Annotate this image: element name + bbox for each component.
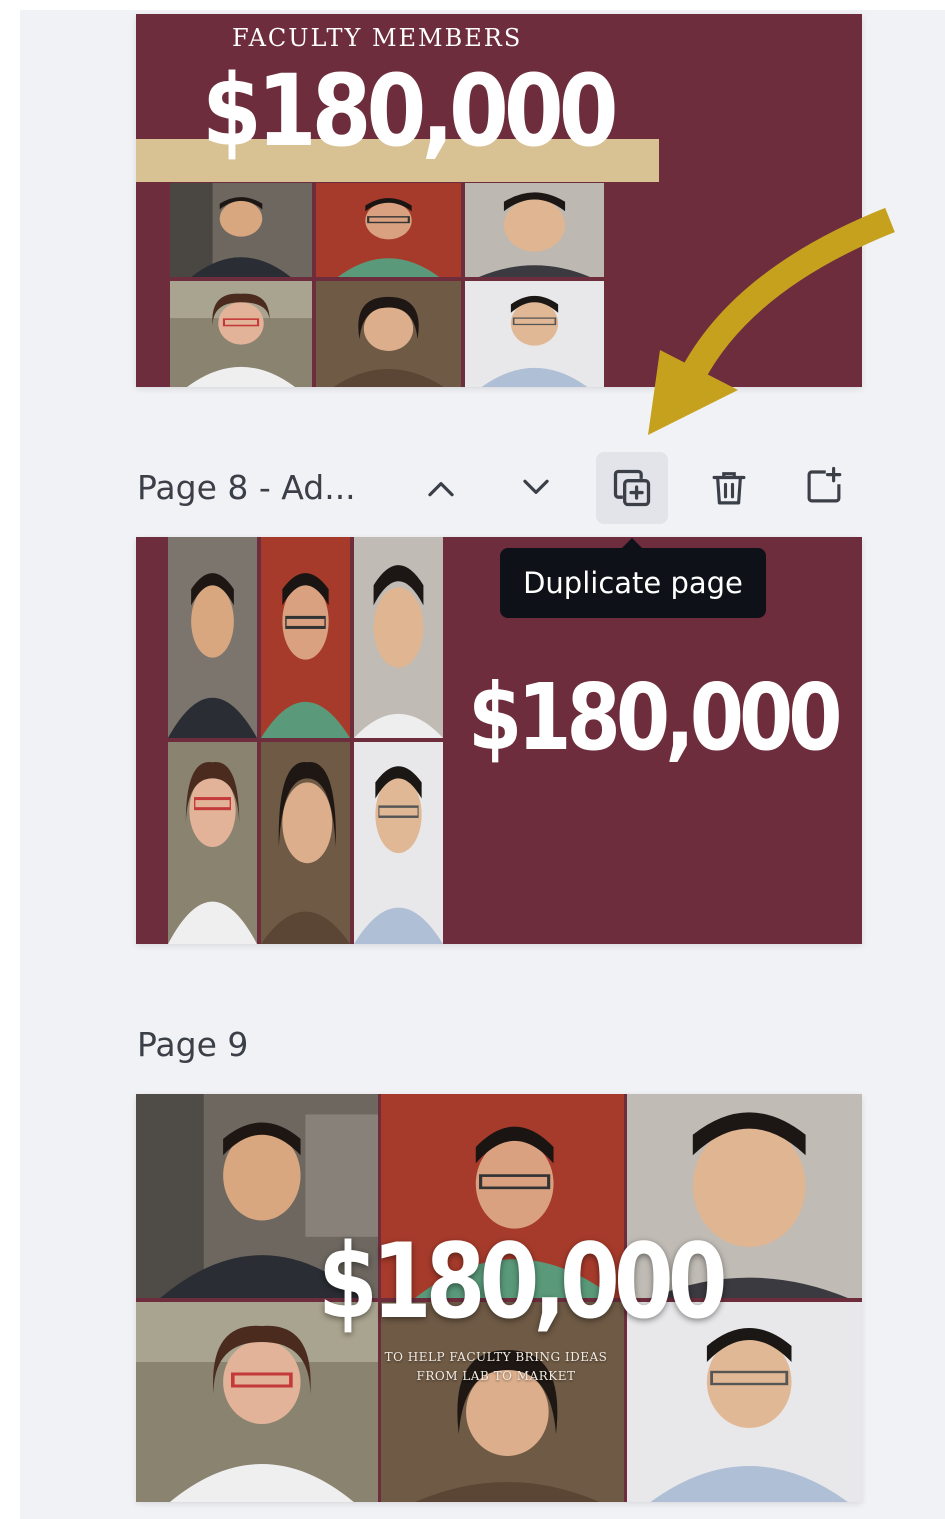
chevron-up-icon [428, 482, 454, 497]
page-8-title[interactable]: Page 8 - Ad... [137, 468, 356, 507]
thumbnail-heading: FACULTY MEMBERS [232, 24, 523, 52]
page-thumbnail-9[interactable]: $180,000 [136, 1094, 862, 1502]
faculty-photo [316, 183, 461, 277]
faculty-photo [168, 742, 257, 944]
faculty-photo [261, 537, 350, 738]
duplicate-page-icon [613, 469, 651, 507]
tooltip-text: Duplicate page [523, 566, 743, 600]
faculty-photo [316, 281, 461, 387]
annotation-arrow [648, 207, 895, 435]
thumbnail-amount: $180,000 [468, 665, 843, 772]
faculty-photo [170, 183, 312, 277]
page-9-title[interactable]: Page 9 [137, 1025, 248, 1064]
move-page-up-button[interactable] [405, 454, 477, 526]
duplicate-page-tooltip: Duplicate page [500, 538, 766, 618]
delete-page-button[interactable] [693, 452, 765, 524]
page-9-tagline: TO HELP FACULTY BRING IDEAS FROM LAB TO … [360, 1348, 632, 1386]
faculty-photo [465, 183, 604, 277]
tagline-line-1: TO HELP FACULTY BRING IDEAS [384, 1350, 608, 1364]
faculty-photo [354, 742, 443, 944]
chevron-down-icon [523, 479, 549, 494]
add-page-button[interactable] [788, 450, 860, 522]
faculty-photo [170, 281, 312, 387]
thumbnail-amount: $180,000 [318, 1222, 728, 1342]
tagline-line-2: FROM LAB TO MARKET [416, 1369, 576, 1383]
trash-icon [712, 472, 746, 505]
faculty-photo [261, 742, 350, 944]
duplicate-page-button[interactable] [596, 452, 668, 524]
thumbnail-amount: $180,000 [202, 54, 619, 169]
faculty-photo [168, 537, 257, 738]
faculty-photo [465, 281, 604, 387]
faculty-photo [354, 537, 443, 738]
add-page-icon [807, 466, 842, 503]
move-page-down-button[interactable] [500, 450, 572, 522]
